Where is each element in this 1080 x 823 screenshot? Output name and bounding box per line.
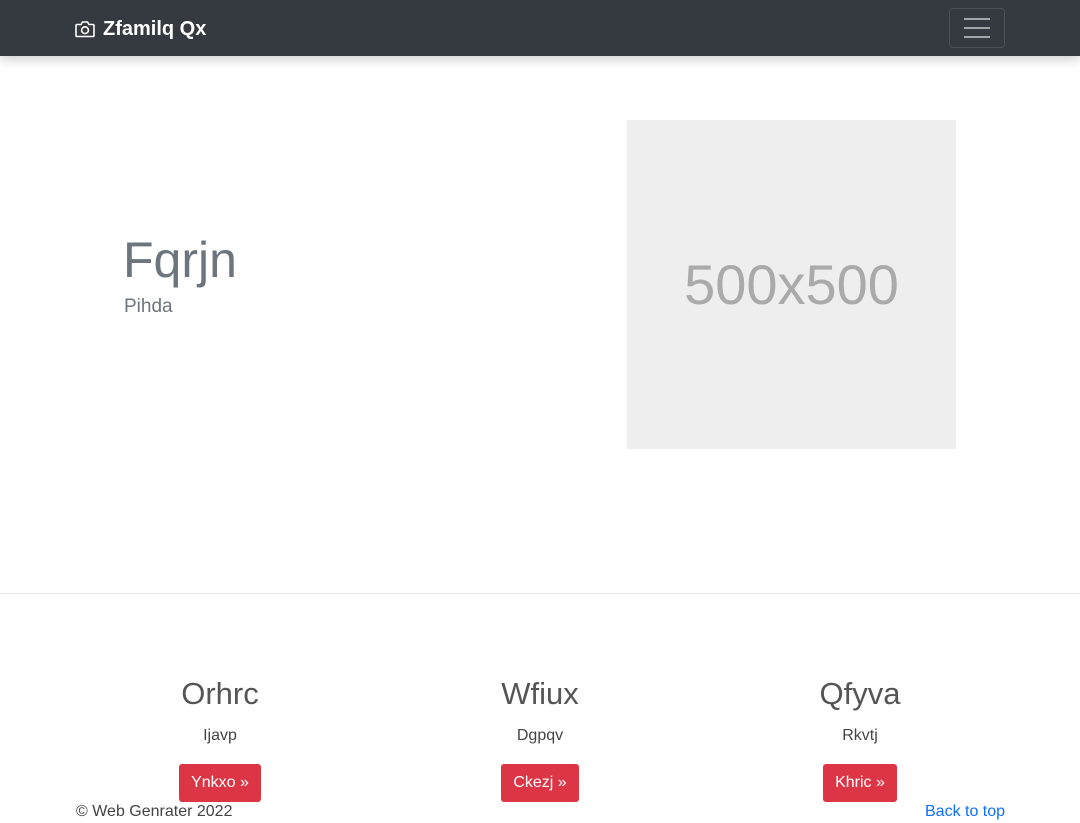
hamburger-menu-icon xyxy=(964,18,990,20)
feature-text: Dgpqv xyxy=(516,727,564,744)
brand-link[interactable]: Zfamilq Qx xyxy=(75,15,206,43)
hamburger-menu-icon xyxy=(964,27,990,29)
feature-title: Wfiux xyxy=(501,676,579,711)
hero-image-placeholder: 500x500 xyxy=(627,120,956,449)
feature-title: Qfyva xyxy=(819,676,901,711)
camera-icon xyxy=(75,21,95,38)
footer-copyright: © Web Genrater 2022 xyxy=(76,803,233,820)
feature-text: Ijavp xyxy=(203,727,237,744)
feature-title: Orhrc xyxy=(181,676,259,711)
navbar: Zfamilq Qx xyxy=(0,0,1080,56)
placeholder-label: 500x500 xyxy=(684,253,899,316)
feature-button[interactable]: Ckezj » xyxy=(501,764,579,802)
feature-column: Qfyva Rkvtj Khric » xyxy=(740,674,980,802)
brand-name: Zfamilq Qx xyxy=(103,17,207,40)
feature-text: Rkvtj xyxy=(842,727,878,744)
feature-button[interactable]: Ynkxo » xyxy=(179,764,261,802)
hamburger-menu-icon xyxy=(964,36,990,38)
feature-column: Orhrc Ijavp Ynkxo » xyxy=(100,674,340,802)
back-to-top-link[interactable]: Back to top xyxy=(925,802,1005,822)
navbar-toggler-button[interactable] xyxy=(949,8,1005,48)
feature-button[interactable]: Khric » xyxy=(823,764,897,802)
section-divider xyxy=(0,593,1080,594)
hero-title: Fqrjn xyxy=(123,232,237,288)
hero-subtitle: Pihda xyxy=(124,296,173,317)
feature-column: Wfiux Dgpqv Ckezj » xyxy=(420,674,660,802)
